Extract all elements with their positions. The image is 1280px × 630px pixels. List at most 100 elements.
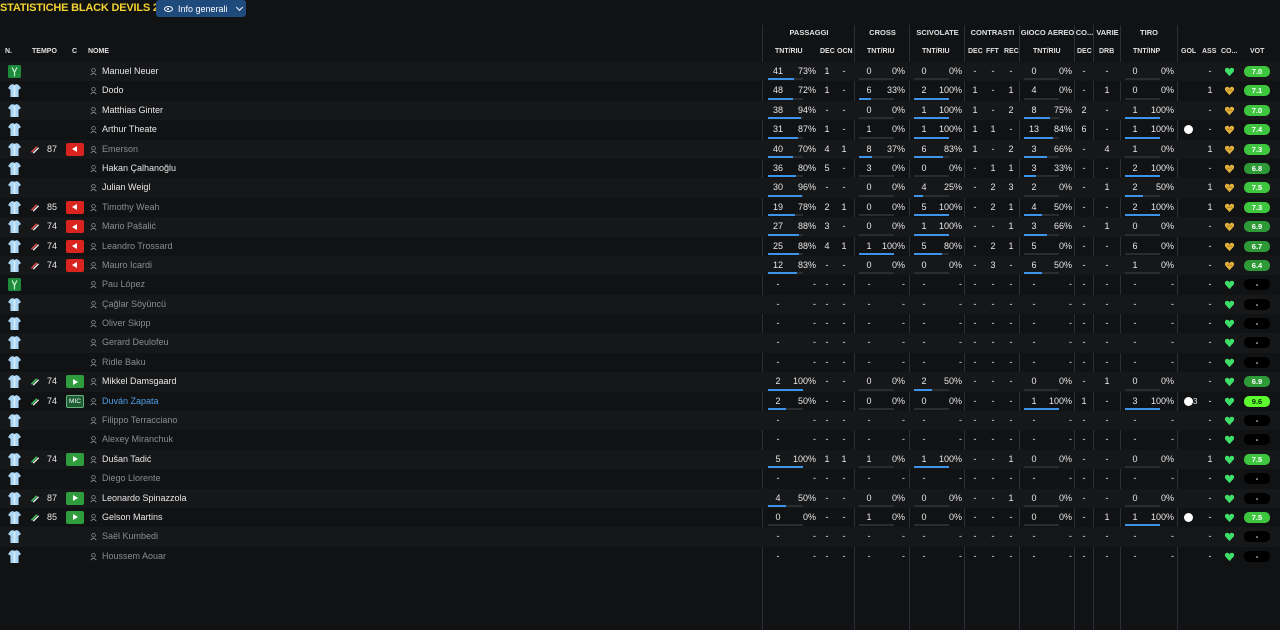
passes-pct: - bbox=[813, 473, 816, 484]
cross-bar-track bbox=[859, 524, 894, 527]
player-name[interactable]: Matthias Ginter bbox=[102, 101, 163, 120]
player-name[interactable]: Pau López bbox=[102, 275, 145, 294]
view-selector-button[interactable]: Info generali bbox=[156, 0, 246, 17]
morale-gold-heart-icon bbox=[1224, 125, 1235, 135]
col-header-co-dec[interactable]: DEC bbox=[1077, 44, 1092, 60]
player-name[interactable]: Diego Llorente bbox=[102, 469, 161, 488]
player-name[interactable]: Leandro Trossard bbox=[102, 237, 173, 256]
player-name[interactable]: Mikkel Damsgaard bbox=[102, 372, 177, 391]
player-name[interactable]: Arthur Theate bbox=[102, 120, 157, 139]
table-row[interactable]: 74 Mauro Icardi 12 83% - -0 0% 0 0% -3-6 50% - -1 0% -… bbox=[0, 255, 1280, 276]
table-row[interactable]: Julian Weigl 30 96% - -0 0% 4 25% -2 3 2 0% -1 2 50% 1 7… bbox=[0, 178, 1280, 198]
contrasti-rec: - bbox=[1009, 376, 1013, 387]
player-icon bbox=[90, 242, 97, 251]
player-name[interactable]: Oliver Skipp bbox=[102, 314, 151, 333]
player-name[interactable]: Duván Zapata bbox=[102, 392, 159, 411]
substitution-out-icon bbox=[30, 261, 40, 270]
player-name[interactable]: Gerard Deulofeu bbox=[102, 333, 169, 352]
col-header-con-fft[interactable]: FFT bbox=[986, 44, 999, 60]
player-name[interactable]: Alexey Miranchuk bbox=[102, 430, 173, 449]
table-row[interactable]: Saël Kumbedi - - - - - - - - - - - - - - - - - - - bbox=[0, 527, 1280, 547]
contrasti-dec: - bbox=[973, 240, 977, 251]
dribbles: - bbox=[1105, 531, 1109, 542]
table-row[interactable]: 85 Gelson Martins 0 0% - -1 0% 0 0% - - -0 0% -1 1 100%… bbox=[0, 508, 1280, 527]
table-row[interactable]: Diego Llorente - - - - - - - - - - - - - - - - - - - bbox=[0, 469, 1280, 488]
morale-green-heart-icon bbox=[1224, 416, 1235, 426]
col-header-cross-tnt[interactable]: TNT/RIU bbox=[867, 44, 895, 60]
player-name[interactable]: Manuel Neuer bbox=[102, 62, 159, 81]
contrasti-fft: - bbox=[991, 550, 995, 561]
table-row[interactable]: Houssem Aouar - - - - - - - - - - - - - - - - - - - bbox=[0, 547, 1280, 566]
player-name[interactable]: Ridle Baku bbox=[102, 353, 146, 372]
passes-bar bbox=[768, 136, 798, 139]
table-row[interactable]: Dodo 48 72% 1-6 33% 2 100% 1-1 4 0% -1 0 0% 1 7.1 bbox=[0, 81, 1280, 100]
contrasti-fft: - bbox=[991, 376, 995, 387]
passes-ocn: - bbox=[842, 531, 846, 542]
player-name[interactable]: Saël Kumbedi bbox=[102, 527, 158, 546]
table-row[interactable]: Arthur Theate 31 87% 1-1 0% 1 100% 1 1-13 84% 6-1 1… bbox=[0, 120, 1280, 139]
col-header-c[interactable]: C bbox=[72, 44, 77, 60]
col-header-sciv-tnt[interactable]: TNT/RIU bbox=[922, 44, 950, 60]
passes-ocn: - bbox=[842, 66, 846, 76]
player-name[interactable]: Çağlar Söyüncü bbox=[102, 295, 166, 314]
table-row[interactable]: 74 Mario Pašalić 27 88% 3-0 0% 1 100% - -1 3 66% -1 0… bbox=[0, 217, 1280, 237]
col-header-varie-drb[interactable]: DRB bbox=[1099, 44, 1114, 60]
col-header-pass-tnt[interactable]: TNT/RIU bbox=[775, 44, 803, 60]
table-row[interactable]: Oliver Skipp - - - - - - - - - - - - - - - - - - - bbox=[0, 314, 1280, 333]
player-name[interactable]: Filippo Terracciano bbox=[102, 411, 177, 430]
player-name[interactable]: Mario Pašalić bbox=[102, 217, 156, 236]
table-row[interactable]: Gerard Deulofeu - - - - - - - - - - - - - - - - - - - bbox=[0, 333, 1280, 353]
assists: - bbox=[1208, 318, 1212, 329]
player-name[interactable]: Julian Weigl bbox=[102, 178, 150, 197]
table-row[interactable]: Çağlar Söyüncü - - - - - - - - - - - - - - - - - - - bbox=[0, 294, 1280, 315]
passes-dec: - bbox=[825, 531, 829, 542]
col-header-pass-dec[interactable]: DEC bbox=[820, 44, 835, 60]
table-row[interactable]: 74 Mikkel Damsgaard 2 100% - -0 0% 2 50% - - -0 0% -1… bbox=[0, 372, 1280, 392]
passes-dec: - bbox=[825, 279, 829, 290]
col-header-tiro-tnt[interactable]: TNT/INP bbox=[1133, 44, 1160, 60]
table-row[interactable]: 74 MIC Duván Zapata 2 50% - -0 0% 0 0% - - -1 100% 1-3… bbox=[0, 392, 1280, 411]
player-icon bbox=[90, 533, 97, 541]
table-row[interactable]: 87 Emerson 40 70% 4 1 8 37% 6 83% 1-2 3 66% -4 1 0% 1 7.3 bbox=[0, 139, 1280, 159]
contrasti-fft: - bbox=[991, 85, 995, 96]
player-name[interactable]: Timothy Weah bbox=[102, 198, 160, 217]
table-row[interactable]: Ridle Baku - - - - - - - - - - - - - - - - - - - bbox=[0, 353, 1280, 372]
dribbles: - bbox=[1105, 337, 1109, 348]
table-row[interactable]: 74 Leandro Trossard 25 88% 4 1 1 100% 5 80% -2 1 5 0%… bbox=[0, 237, 1280, 256]
shirt-icon bbox=[8, 239, 21, 253]
col-header-ass[interactable]: ASS bbox=[1202, 44, 1216, 60]
player-name[interactable]: Gelson Martins bbox=[102, 508, 163, 527]
col-header-gol[interactable]: GOL bbox=[1181, 44, 1196, 60]
player-name[interactable]: Hakan Çalhanoğlu bbox=[102, 159, 176, 178]
table-row[interactable]: Alexey Miranchuk - - - - - - - - - - - - - - - - - - - bbox=[0, 430, 1280, 449]
table-row[interactable]: 87 Leonardo Spinazzola 4 50% - -0 0% 0 0% - -1 0 0% -… bbox=[0, 488, 1280, 508]
col-header-nome[interactable]: NOME bbox=[88, 44, 109, 60]
contrasti-dec: - bbox=[973, 201, 977, 212]
player-icon bbox=[90, 378, 97, 386]
player-name[interactable]: Dušan Tadić bbox=[102, 450, 151, 469]
shots-bar bbox=[1125, 175, 1160, 178]
player-name[interactable]: Houssem Aouar bbox=[102, 547, 166, 566]
table-row[interactable]: Hakan Çalhanoğlu 36 80% 5-3 0% 0 0% -1 1 3 33% - -2 1… bbox=[0, 159, 1280, 178]
table-row[interactable]: 74 Dušan Tadić 5 100% 1 1 1 0% 1 100% - -1 0 0% - -0 0% 1… bbox=[0, 449, 1280, 470]
player-name[interactable]: Mauro Icardi bbox=[102, 256, 152, 275]
table-row[interactable]: Manuel Neuer 41 73% 1-0 0% 0 0% - - -0 0% - -0 0% -7.0 bbox=[0, 62, 1280, 82]
col-header-con-rec[interactable]: REC bbox=[1004, 44, 1019, 60]
col-header-pass-ocn[interactable]: OCN bbox=[837, 44, 853, 60]
morale-gold-heart-icon bbox=[1224, 164, 1235, 174]
table-row[interactable]: 85 Timothy Weah 19 78% 2 1 0 0% 5 100% -2 1 4 50% - -2 1… bbox=[0, 198, 1280, 217]
table-row[interactable]: Filippo Terracciano - - - - - - - - - - - - - - - - - - - bbox=[0, 411, 1280, 431]
col-header-n[interactable]: N. bbox=[5, 44, 12, 60]
table-row[interactable]: Pau López - - - - - - - - - - - - - - - - - - - bbox=[0, 275, 1280, 294]
col-header-tempo[interactable]: TEMPO bbox=[32, 44, 57, 60]
player-name[interactable]: Dodo bbox=[102, 81, 124, 100]
table-row[interactable]: Matthias Ginter 38 94% - -0 0% 1 100% 1-2 8 75% 2-1… bbox=[0, 100, 1280, 121]
col-header-aereo-tnt[interactable]: TNT/RIU bbox=[1033, 44, 1061, 60]
col-header-co[interactable]: CO... bbox=[1221, 44, 1237, 60]
col-header-con-dec[interactable]: DEC bbox=[968, 44, 983, 60]
player-name[interactable]: Emerson bbox=[102, 140, 138, 159]
col-header-vot[interactable]: VOT bbox=[1250, 44, 1264, 60]
player-name[interactable]: Leonardo Spinazzola bbox=[102, 489, 187, 508]
cross-pct: - bbox=[902, 550, 905, 561]
contrasti-dec: - bbox=[973, 298, 977, 309]
